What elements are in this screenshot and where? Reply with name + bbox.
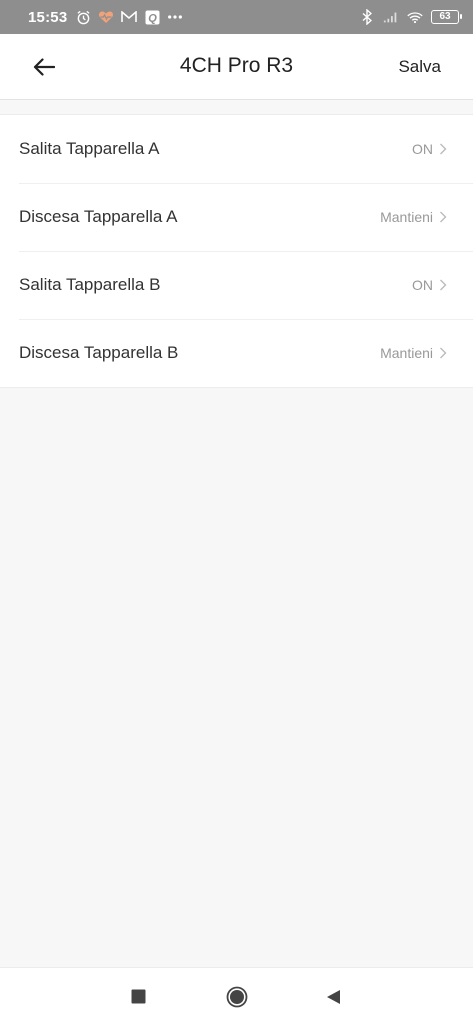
item-label: Discesa Tapparella B xyxy=(19,343,179,362)
system-nav-bar xyxy=(0,967,473,1024)
app-header: 4CH Pro R3 Salva xyxy=(0,34,473,100)
item-label: Salita Tapparella A xyxy=(19,139,160,158)
item-value: ON xyxy=(412,277,433,293)
item-label: Salita Tapparella B xyxy=(19,275,161,294)
save-button[interactable]: Salva xyxy=(398,57,441,77)
chevron-right-icon xyxy=(439,347,447,359)
mail-icon xyxy=(121,9,138,25)
svg-text:Q: Q xyxy=(148,12,157,24)
list-item-discesa-b[interactable]: Discesa Tapparella B Mantieni xyxy=(0,319,473,387)
home-circle-icon xyxy=(226,986,248,1007)
back-nav-button[interactable] xyxy=(303,968,363,1024)
list-item-salita-a[interactable]: Salita Tapparella A ON xyxy=(0,115,473,183)
recents-square-icon xyxy=(131,989,145,1004)
item-value: Mantieni xyxy=(380,209,433,225)
back-triangle-icon xyxy=(326,989,340,1004)
status-bar: 15:53 Q 63 xyxy=(0,0,473,34)
chevron-right-icon xyxy=(439,279,447,291)
q-app-icon: Q xyxy=(144,9,160,25)
item-value: Mantieni xyxy=(380,345,433,361)
item-value: ON xyxy=(412,141,433,157)
system-icons: 63 xyxy=(359,9,462,25)
chevron-right-icon xyxy=(439,143,447,155)
chevron-right-icon xyxy=(439,211,447,223)
health-icon xyxy=(98,9,114,25)
more-dots-icon xyxy=(167,9,183,25)
list-item-salita-b[interactable]: Salita Tapparella B ON xyxy=(0,251,473,319)
list-item-discesa-a[interactable]: Discesa Tapparella A Mantieni xyxy=(0,183,473,251)
alarm-icon xyxy=(75,9,91,25)
item-label: Discesa Tapparella A xyxy=(19,207,178,226)
notification-icons: Q xyxy=(75,9,183,25)
wifi-icon xyxy=(407,9,423,25)
signal-icon xyxy=(383,9,399,25)
battery-icon: 63 xyxy=(431,10,462,24)
bluetooth-icon xyxy=(359,9,375,25)
recents-button[interactable] xyxy=(108,968,168,1024)
home-button[interactable] xyxy=(207,968,267,1024)
settings-list: Salita Tapparella A ON Discesa Tapparell… xyxy=(0,114,473,388)
status-time: 15:53 xyxy=(28,8,68,26)
